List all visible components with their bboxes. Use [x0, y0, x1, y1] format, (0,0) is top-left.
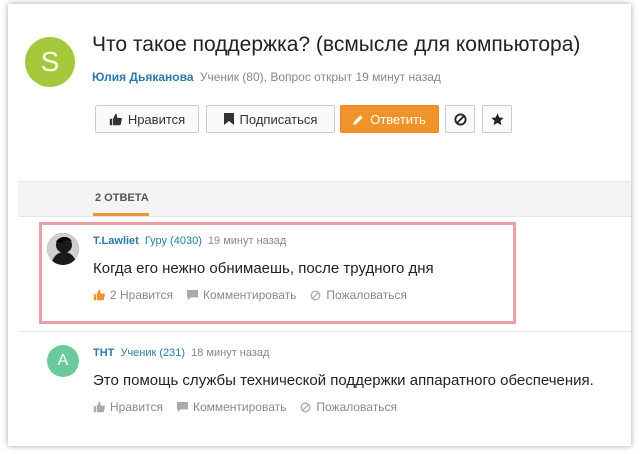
answer-report-label: Пожаловаться	[316, 400, 397, 414]
answer-like-label: Нравится	[110, 400, 163, 414]
bookmark-icon	[223, 113, 234, 125]
comment-icon	[186, 289, 198, 301]
thumbs-up-icon	[93, 289, 105, 301]
answer-author-rank: Ученик (231)	[120, 347, 186, 359]
report-icon	[300, 402, 311, 413]
answer-author-link[interactable]: THT	[93, 347, 114, 359]
pencil-icon	[353, 114, 364, 125]
tab-answers[interactable]: 2 ОТВЕТА	[95, 192, 149, 204]
answers-divider	[18, 331, 631, 332]
answer-like-label: 2 Нравится	[110, 288, 173, 302]
answer-like-button[interactable]: 2 Нравится	[93, 288, 173, 302]
comment-icon	[176, 401, 188, 413]
question-author-link[interactable]: Юлия Дьяканова	[92, 70, 194, 84]
answer-text: Когда его нежно обнимаешь, после трудног…	[93, 260, 434, 277]
answer-time: 19 минут назад	[207, 235, 287, 247]
answer-comment-label: Комментировать	[192, 400, 287, 414]
answer-text: Это помощь службы технической поддержки …	[93, 372, 594, 389]
answer-report-button[interactable]: Пожаловаться	[300, 400, 397, 414]
subscribe-button-label: Подписаться	[239, 111, 318, 127]
answer-comment-label: Комментировать	[202, 288, 297, 302]
answer-author-avatar[interactable]: A	[47, 345, 79, 377]
thumbs-up-icon	[93, 401, 105, 413]
answer-comment-button[interactable]: Комментировать	[186, 288, 297, 302]
answer-button[interactable]: Ответить	[340, 105, 439, 133]
answer-button-label: Ответить	[370, 111, 426, 127]
answer-actions: Нравится Комментировать Пожаловаться	[93, 400, 411, 414]
answer-like-button[interactable]: Нравится	[93, 400, 163, 414]
question-author-avatar[interactable]: S	[25, 37, 75, 87]
question-meta: Юлия Дьяканова Ученик (80), Вопрос откры…	[92, 70, 441, 84]
block-button[interactable]	[445, 105, 475, 133]
tab-active-underline	[93, 213, 149, 216]
like-button[interactable]: Нравится	[95, 105, 199, 133]
answer-time: 18 минут назад	[191, 347, 270, 359]
answer-author-link[interactable]: T.Lawliet	[93, 235, 139, 247]
answer-report-button[interactable]: Пожаловаться	[310, 288, 407, 302]
question-title: Что такое поддержка? (всмысле для компью…	[92, 33, 581, 56]
question-page: S Что такое поддержка? (всмысле для комп…	[8, 4, 631, 446]
block-icon	[453, 112, 467, 126]
report-icon	[310, 290, 321, 301]
answer-author-rank: Гуру (4030)	[144, 235, 202, 247]
answer-report-label: Пожаловаться	[326, 288, 407, 302]
thumbs-up-icon	[109, 113, 122, 126]
subscribe-button[interactable]: Подписаться	[206, 105, 335, 133]
answers-tab-bar: 2 ОТВЕТА	[18, 181, 631, 217]
like-button-label: Нравится	[127, 111, 186, 127]
favorite-button[interactable]	[482, 105, 512, 133]
star-icon	[490, 112, 504, 126]
answer-author-avatar[interactable]	[47, 233, 79, 265]
answer-actions: 2 Нравится Комментировать Пожаловаться	[93, 288, 421, 302]
answer-meta: THT Ученик (231) 18 минут назад	[93, 347, 269, 359]
question-meta-text: Ученик (80), Вопрос открыт 19 минут наза…	[199, 70, 441, 84]
answer-comment-button[interactable]: Комментировать	[176, 400, 287, 414]
answer-meta: T.Lawliet Гуру (4030) 19 минут назад	[93, 235, 286, 247]
